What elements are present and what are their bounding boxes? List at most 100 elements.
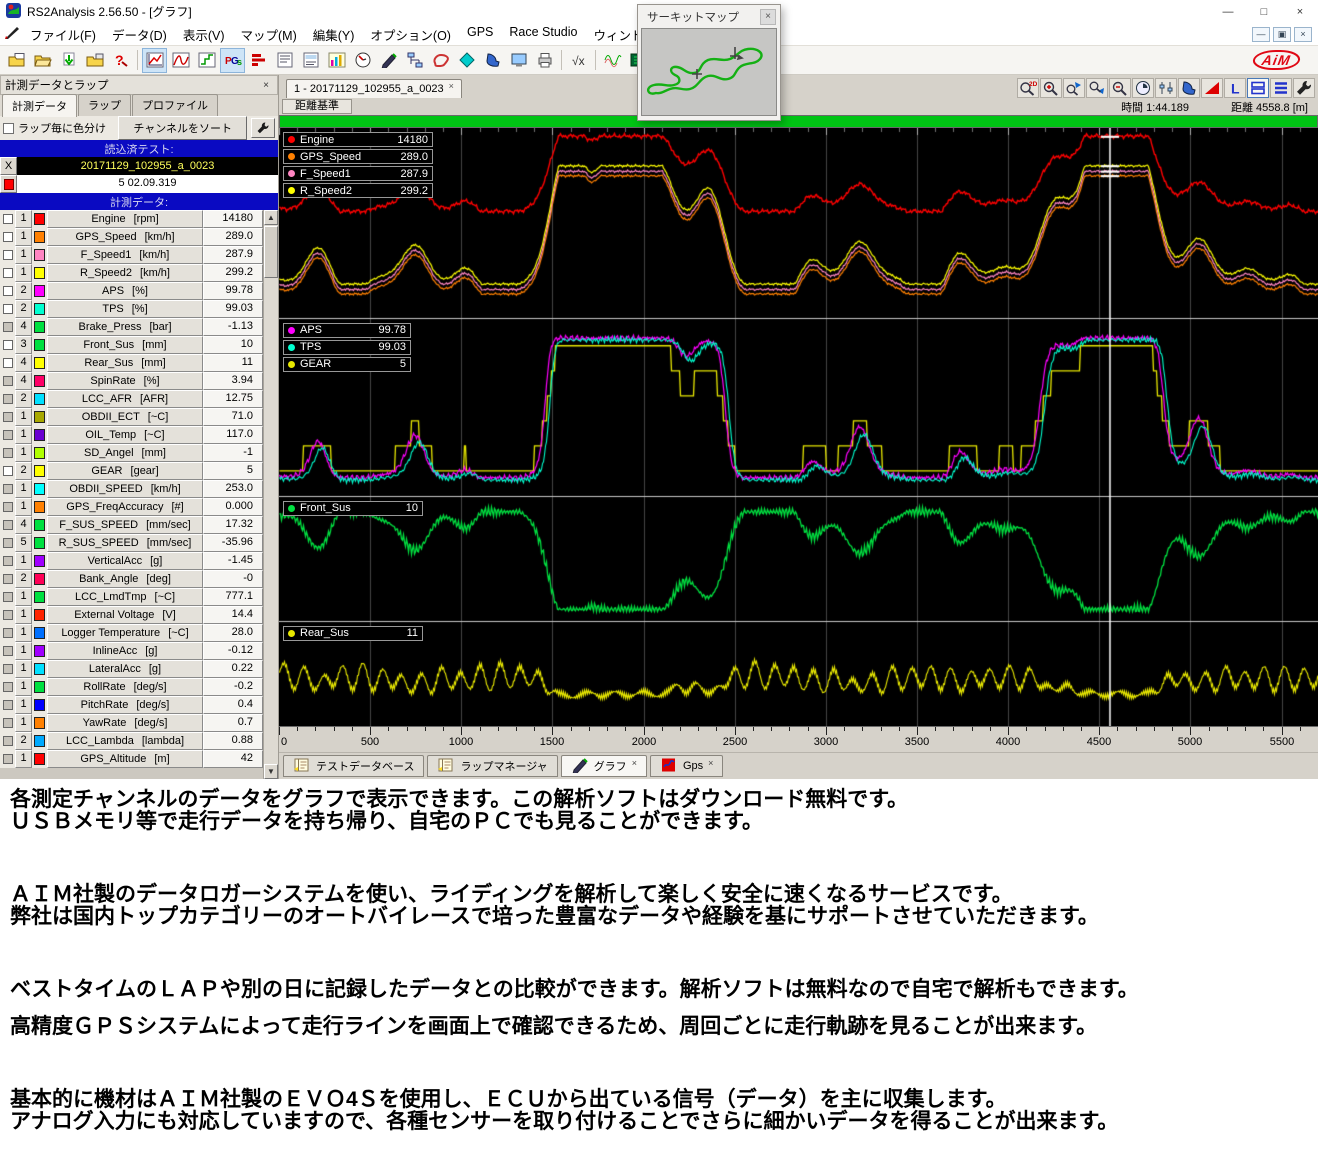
rider-view-icon[interactable]: [1178, 78, 1200, 98]
layout-rows-icon[interactable]: [1270, 78, 1292, 98]
legend-front_sus[interactable]: Front_Sus 10: [283, 500, 423, 516]
channel-name-button[interactable]: GPS_Speed [km/h]: [47, 228, 203, 246]
menu-item-4[interactable]: 編集(Y): [305, 23, 363, 46]
channel-row[interactable]: 2 LCC_Lambda [lambda] 0.88: [0, 732, 263, 750]
channel-row[interactable]: 1 YawRate [deg/s] 0.7: [0, 714, 263, 732]
channel-color-swatch[interactable]: [34, 519, 45, 531]
legend-aps[interactable]: APS 99.78: [283, 322, 411, 338]
channel-row[interactable]: 1 External Voltage [V] 14.4: [0, 606, 263, 624]
legend-engine[interactable]: Engine 14180: [283, 132, 433, 147]
channel-checkbox[interactable]: [0, 516, 15, 534]
panel-close-icon[interactable]: ×: [259, 80, 273, 91]
channel-checkbox[interactable]: [0, 210, 15, 228]
channel-checkbox[interactable]: [0, 606, 15, 624]
channel-row[interactable]: 4 Brake_Press [bar] -1.13: [0, 318, 263, 336]
channel-checkbox[interactable]: [0, 426, 15, 444]
scroll-up-arrow[interactable]: ▲: [264, 210, 278, 225]
channel-name-button[interactable]: OIL_Temp [~C]: [47, 426, 203, 444]
menu-item-3[interactable]: マップ(M): [233, 23, 305, 46]
channel-checkbox[interactable]: [0, 390, 15, 408]
channel-row[interactable]: 1 LCC_LmdTmp [~C] 777.1: [0, 588, 263, 606]
channel-row[interactable]: 1 InlineAcc [g] -0.12: [0, 642, 263, 660]
channel-name-button[interactable]: R_SUS_SPEED [mm/sec]: [47, 534, 203, 552]
delta-view-icon[interactable]: [1201, 78, 1223, 98]
channel-checkbox[interactable]: [0, 570, 15, 588]
channel-name-button[interactable]: InlineAcc [g]: [47, 642, 203, 660]
legend-f_speed1[interactable]: F_Speed1 287.9: [283, 166, 433, 181]
channel-checkbox[interactable]: [0, 642, 15, 660]
menu-item-2[interactable]: 表示(V): [175, 23, 233, 46]
compare-wave-icon[interactable]: [600, 48, 625, 73]
channel-checkbox[interactable]: [0, 318, 15, 336]
channel-color-swatch[interactable]: [34, 249, 45, 261]
channel-name-button[interactable]: PitchRate [deg/s]: [47, 696, 203, 714]
channel-color-swatch[interactable]: [34, 321, 45, 333]
channel-name-button[interactable]: Brake_Press [bar]: [47, 318, 203, 336]
channel-color-swatch[interactable]: [34, 681, 45, 693]
sort-channels-button[interactable]: チャンネルをソート: [118, 116, 247, 140]
channel-name-button[interactable]: GPS_Altitude [m]: [47, 750, 203, 768]
xy-view-icon[interactable]: [194, 48, 219, 73]
channel-name-button[interactable]: F_Speed1 [km/h]: [47, 246, 203, 264]
channel-row[interactable]: 3 Front_Sus [mm] 10: [0, 336, 263, 354]
graph-doc-tab[interactable]: 1 - 20171129_102955_a_0023 ×: [286, 79, 462, 98]
seat-tool-icon[interactable]: [480, 48, 505, 73]
channels-panel-header[interactable]: 計測データとラップ ×: [0, 75, 278, 95]
channel-name-button[interactable]: LCC_LmdTmp [~C]: [47, 588, 203, 606]
channel-color-swatch[interactable]: [34, 465, 45, 477]
doc-tab-close-icon[interactable]: ×: [449, 81, 454, 91]
channel-name-button[interactable]: Front_Sus [mm]: [47, 336, 203, 354]
scroll-thumb[interactable]: [264, 226, 278, 278]
panel-tab-1[interactable]: ラップ: [78, 94, 131, 116]
layout-single-icon[interactable]: L: [1224, 78, 1246, 98]
panel-tab-2[interactable]: プロファイル: [132, 94, 218, 116]
legend-r_speed2[interactable]: R_Speed2 299.2: [283, 183, 433, 198]
channel-color-swatch[interactable]: [34, 663, 45, 675]
channel-checkbox[interactable]: [0, 624, 15, 642]
channel-checkbox[interactable]: [0, 678, 15, 696]
tab-close-icon[interactable]: ×: [632, 758, 637, 768]
channel-name-button[interactable]: LateralAcc [g]: [47, 660, 203, 678]
maximize-button[interactable]: □: [1246, 0, 1282, 23]
channel-checkbox[interactable]: [0, 264, 15, 282]
channel-name-button[interactable]: Bank_Angle [deg]: [47, 570, 203, 588]
channel-color-swatch[interactable]: [34, 645, 45, 657]
channel-row[interactable]: 1 GPS_Altitude [m] 42: [0, 750, 263, 768]
device-config-icon[interactable]: [506, 48, 531, 73]
channel-name-button[interactable]: OBDII_ECT [~C]: [47, 408, 203, 426]
channel-row[interactable]: 1 Engine [rpm] 14180: [0, 210, 263, 228]
summary-view-icon[interactable]: [298, 48, 323, 73]
channel-color-swatch[interactable]: [34, 717, 45, 729]
channel-row[interactable]: 1 VerticalAcc [g] -1.45: [0, 552, 263, 570]
channel-row[interactable]: 1 OBDII_ECT [~C] 71.0: [0, 408, 263, 426]
channel-color-swatch[interactable]: [34, 591, 45, 603]
channel-name-button[interactable]: External Voltage [V]: [47, 606, 203, 624]
channel-row[interactable]: 2 Bank_Angle [deg] -0: [0, 570, 263, 588]
bottom-tab-2[interactable]: グラフ ×: [560, 755, 647, 777]
channel-row[interactable]: 1 OIL_Temp [~C] 117.0: [0, 426, 263, 444]
gem-tool-icon[interactable]: [454, 48, 479, 73]
legend-tps[interactable]: TPS 99.03: [283, 339, 411, 355]
wrench-icon[interactable]: [251, 118, 275, 138]
mdi-close-button[interactable]: ×: [1294, 26, 1312, 42]
channel-color-swatch[interactable]: [34, 231, 45, 243]
measure-tool-icon[interactable]: [376, 48, 401, 73]
zoom-next-icon[interactable]: [1086, 78, 1108, 98]
channel-row[interactable]: 1 OBDII_SPEED [km/h] 253.0: [0, 480, 263, 498]
channel-color-swatch[interactable]: [34, 537, 45, 549]
channel-color-swatch[interactable]: [34, 699, 45, 711]
channel-checkbox[interactable]: [0, 714, 15, 732]
minimize-button[interactable]: —: [1210, 0, 1246, 23]
menu-item-6[interactable]: GPS: [459, 23, 501, 46]
graph-view-icon[interactable]: [142, 47, 167, 73]
channel-checkbox[interactable]: [0, 228, 15, 246]
channel-checkbox[interactable]: [0, 732, 15, 750]
channel-checkbox[interactable]: [0, 660, 15, 678]
channel-color-swatch[interactable]: [34, 447, 45, 459]
print-icon[interactable]: [532, 48, 557, 73]
channel-name-button[interactable]: F_SUS_SPEED [mm/sec]: [47, 516, 203, 534]
channel-checkbox[interactable]: [0, 480, 15, 498]
layout-split-icon[interactable]: [1247, 78, 1269, 98]
zoom-out-icon[interactable]: [1109, 78, 1131, 98]
channel-name-button[interactable]: GEAR [gear]: [47, 462, 203, 480]
